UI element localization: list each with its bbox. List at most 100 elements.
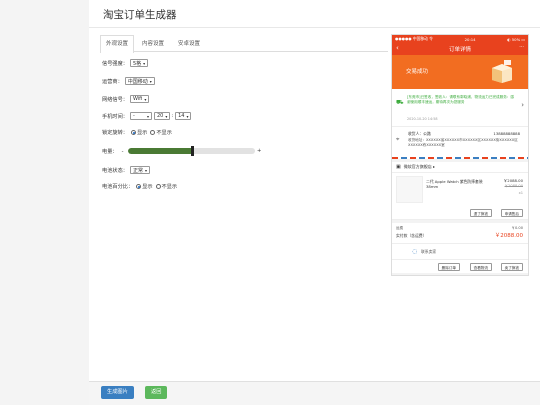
lock-rotation-label: 锁定旋转： — [102, 130, 128, 136]
battery-row: 电量： - — [102, 148, 124, 156]
network-value: Wifi — [132, 96, 143, 102]
carrier-label: 运营商： — [102, 78, 123, 85]
order-item: 二代 Apple Watch 紫色防摔套装 38mm ￥2088.00 ￥208… — [392, 173, 528, 206]
time-separator: : — [171, 113, 174, 119]
logistics-card: ⛟ [东莞市]已签收，签收人：请联系郭晓浦，物流运力已完成服务：感谢使用顺丰速运… — [392, 89, 528, 127]
trade-status: 交易成功 — [406, 69, 429, 75]
percent-hide-label: 不显示 — [161, 184, 178, 190]
item-name: 二代 Apple Watch 紫色防摔套装 38mm — [426, 179, 483, 189]
percent-show-radio[interactable] — [136, 184, 142, 189]
time-ampm-select[interactable]: - ▾ — [129, 112, 152, 120]
signal-row: 信号强度： 5格 ▾ — [102, 59, 149, 67]
time-label: 手机时间： — [102, 113, 128, 120]
generate-image-button[interactable]: 生成图片 — [101, 386, 134, 399]
lock-rotation-row: 锁定旋转： 显示 不显示 — [102, 129, 172, 136]
carrier-select[interactable]: 中国移动 ▾ — [124, 77, 155, 85]
item-old-price: ￥2088.00 — [504, 184, 523, 188]
order-status-banner: 交易成功 — [392, 55, 528, 89]
charge-select[interactable]: 正常 ▾ — [129, 166, 150, 174]
lock-show-radio[interactable] — [130, 130, 136, 135]
charge-value: 正常 — [132, 167, 143, 174]
chevron-down-icon: ▾ — [143, 60, 146, 66]
carrier-row: 运营商： 中国移动 ▾ — [102, 77, 155, 85]
shipping-label: 运费 — [396, 226, 404, 230]
signal-label: 信号强度： — [102, 60, 128, 67]
tab-android[interactable]: 安卓设置 — [172, 35, 206, 52]
shop-icon: ▣ — [396, 164, 401, 170]
page-title: 淘宝订单生成器 — [103, 9, 177, 21]
item-actions: 退了换钱 申请售后 — [392, 206, 528, 220]
left-rail — [0, 0, 89, 405]
settings-tabs: 外观设置 内容设置 安卓设置 — [100, 35, 388, 53]
time-minute-select[interactable]: 14 ▾ — [175, 112, 192, 120]
contact-seller: 联系卖家 — [421, 249, 437, 254]
order-totals: 运费 ￥0.00 实付款（含运费） ￥2088.00 — [392, 223, 528, 243]
chevron-down-icon: ▾ — [186, 113, 189, 119]
chevron-right-icon: › — [521, 101, 524, 109]
divider — [89, 27, 540, 28]
item-quantity: x1 — [518, 191, 523, 195]
battery-percent-row: 电池百分比： 显示 不显示 — [102, 183, 177, 190]
time-row: 手机时间： - ▾ 20 ▾ : 14 ▾ — [102, 112, 192, 120]
status-battery: ◐ 50% ▭ — [507, 36, 525, 42]
battery-percent-label: 电池百分比： — [102, 184, 134, 190]
time-hour-select[interactable]: 20 ▾ — [153, 112, 171, 120]
item-refund-button: 退了换钱 — [469, 209, 492, 217]
shop-name: 微软官方旗舰店 ▸ — [403, 164, 436, 169]
receiver-name: 收货人：公路 — [408, 131, 431, 136]
shop-row: ▣ 微软官方旗舰店 ▸ — [392, 162, 528, 173]
chevron-down-icon: ▾ — [144, 167, 147, 173]
receiver-address: 收货地址：XXXXXX省XXXXXX市XXXXXX区XXXXXX街XXXXXX区… — [408, 138, 518, 147]
battery-slider-fill — [128, 148, 192, 154]
phone-preview: ●●●●● 中国移动 令 20:14 ◐ 50% ▭ ‹ 订单详情 ··· 交易… — [391, 34, 529, 276]
chat-icon: ◌ — [412, 248, 418, 255]
signal-value: 5格 — [132, 60, 142, 67]
tab-content[interactable]: 内容设置 — [136, 35, 170, 52]
battery-label: 电量： — [102, 149, 118, 155]
paid-label: 实付款（含运费） — [396, 233, 427, 238]
tab-appearance[interactable]: 外观设置 — [100, 35, 135, 53]
paid-value: ￥2088.00 — [494, 233, 523, 239]
address-stripe — [392, 157, 528, 159]
lock-hide-radio[interactable] — [150, 130, 156, 135]
lock-hide-label: 不显示 — [156, 130, 172, 136]
back-icon: ‹ — [396, 44, 399, 52]
phone-status-bar: ●●●●● 中国移动 令 20:14 ◐ 50% ▭ — [392, 35, 528, 43]
network-select[interactable]: Wifi ▾ — [129, 95, 150, 103]
lock-show-label: 显示 — [136, 130, 148, 136]
time-minute-value: 14 — [178, 113, 185, 119]
package-icon — [492, 60, 512, 83]
track-logistics-button: 查看物流 — [469, 263, 492, 271]
battery-slider-thumb[interactable] — [191, 146, 194, 156]
logistics-time: 2020-10-20 14:58 — [407, 117, 438, 121]
battery-decrease-button[interactable]: - — [122, 149, 124, 155]
order-actions: 删除订单 查看物流 卖了换钱 — [392, 259, 528, 273]
contact-seller-row: ◌ 联系卖家 — [392, 243, 528, 259]
more-icon: ··· — [519, 44, 524, 50]
truck-icon: ⛟ — [396, 99, 404, 106]
battery-increase-button[interactable]: + — [257, 148, 261, 154]
chevron-down-icon: ▾ — [165, 113, 168, 119]
time-ampm-value: - — [132, 113, 135, 119]
item-thumbnail — [396, 176, 423, 203]
back-button[interactable]: 返回 — [145, 386, 168, 399]
after-sale-button: 申请售后 — [500, 209, 523, 217]
network-row: 网络信号： Wifi ▾ — [102, 95, 150, 103]
battery-increase: + — [257, 148, 261, 154]
charge-row: 电池状态： 正常 ▾ — [102, 166, 150, 174]
status-carrier: ●●●●● 中国移动 令 — [395, 36, 433, 41]
chevron-down-icon: ▾ — [144, 96, 147, 102]
percent-hide-radio[interactable] — [155, 184, 161, 189]
charge-label: 电池状态： — [102, 167, 128, 174]
phone-nav-title: 订单详情 — [448, 47, 471, 53]
receiver-phone: 13888888888 — [493, 131, 520, 136]
status-time: 20:14 — [464, 36, 476, 42]
signal-select[interactable]: 5格 ▾ — [129, 59, 149, 67]
phone-nav-bar: ‹ 订单详情 ··· — [392, 43, 528, 55]
chevron-down-icon: ▾ — [146, 113, 149, 119]
address-card: ⌖ 收货人：公路 13888888888 收货地址：XXXXXX省XXXXXX市… — [392, 127, 528, 157]
location-pin-icon: ⌖ — [396, 136, 400, 143]
percent-show-label: 显示 — [142, 184, 153, 190]
delete-order-button: 删除订单 — [437, 263, 460, 271]
logistics-text: [东莞市]已签收，签收人：请联系郭晓浦，物流运力已完成服务：感谢使用顺丰速运，期… — [407, 95, 515, 104]
